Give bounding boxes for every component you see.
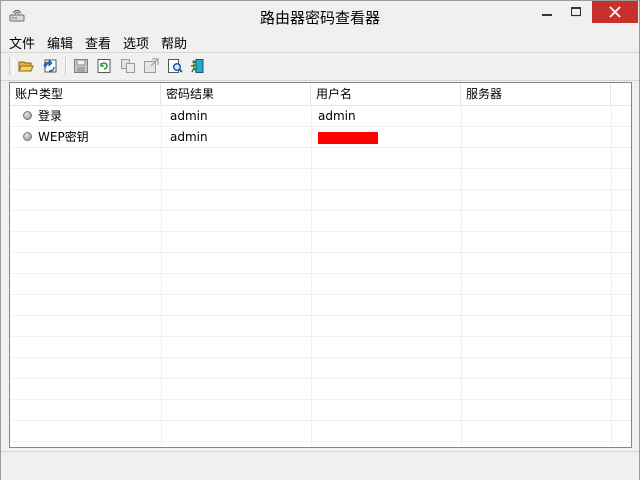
column-gridline — [311, 105, 312, 447]
menu-bar: 文件 编辑 查看 选项 帮助 — [1, 31, 639, 52]
minimize-button[interactable] — [532, 1, 562, 23]
row-gridline — [10, 168, 631, 169]
column-gridline — [461, 105, 462, 447]
password-list[interactable]: 账户类型 密码结果 用户名 服务器 登录 admin admin WEP密钥 a… — [9, 82, 632, 448]
row-gridline — [10, 252, 631, 253]
copy-icon — [121, 59, 135, 73]
row-gridline — [10, 357, 631, 358]
row-gridline — [10, 336, 631, 337]
status-bar — [1, 451, 639, 480]
row-gridline — [10, 231, 631, 232]
menu-view[interactable]: 查看 — [83, 33, 113, 52]
cell-username: admin — [318, 109, 356, 123]
row-gridline — [10, 441, 631, 442]
save-button[interactable] — [72, 57, 90, 75]
exit-button[interactable] — [188, 57, 206, 75]
maximize-button[interactable] — [561, 1, 591, 23]
open-folder-icon — [18, 61, 34, 72]
menu-help[interactable]: 帮助 — [159, 33, 189, 52]
list-header: 账户类型 密码结果 用户名 服务器 — [10, 83, 631, 106]
close-icon — [609, 6, 621, 18]
search-button[interactable] — [166, 57, 184, 75]
menu-file[interactable]: 文件 — [7, 33, 37, 52]
cell-password: admin — [170, 109, 208, 123]
cell-account-type: WEP密钥 — [38, 130, 89, 144]
search-icon — [168, 59, 183, 73]
open-folder-button[interactable] — [17, 57, 35, 75]
maximize-icon — [571, 7, 581, 17]
toolbar-separator — [65, 57, 67, 75]
row-gridline — [10, 294, 631, 295]
copy-button[interactable] — [119, 57, 137, 75]
reload-icon — [97, 59, 111, 73]
column-header-password[interactable]: 密码结果 — [161, 83, 311, 105]
menu-options[interactable]: 选项 — [121, 33, 151, 52]
toolbar — [1, 52, 639, 80]
app-window: 路由器密码查看器 文件 编辑 查看 选项 帮助 账户类型 密码结果 用户名 服务… — [0, 0, 640, 480]
properties-button[interactable] — [142, 57, 160, 75]
properties-icon — [144, 58, 159, 73]
row-gridline — [10, 315, 631, 316]
table-row[interactable]: WEP密钥 admin — [10, 127, 631, 148]
menu-edit[interactable]: 编辑 — [45, 33, 75, 52]
column-gridline — [161, 105, 162, 447]
column-gridline — [611, 105, 612, 447]
title-bar[interactable]: 路由器密码查看器 — [1, 1, 639, 31]
redacted-username-block — [318, 132, 378, 144]
refresh-list-icon — [43, 59, 57, 73]
row-gridline — [10, 210, 631, 211]
refresh-list-button[interactable] — [41, 57, 59, 75]
column-header-account-type[interactable]: 账户类型 — [10, 83, 161, 105]
cell-account-type: 登录 — [38, 109, 63, 123]
column-header-username[interactable]: 用户名 — [311, 83, 461, 105]
row-gridline — [10, 420, 631, 421]
table-row[interactable]: 登录 admin admin — [10, 106, 631, 127]
row-gridline — [10, 189, 631, 190]
row-gridline — [10, 378, 631, 379]
cell-password: admin — [170, 130, 208, 144]
exit-icon — [190, 59, 204, 73]
row-gridline — [10, 399, 631, 400]
toolbar-divider — [1, 80, 639, 81]
save-icon — [74, 59, 88, 73]
row-gridline — [10, 273, 631, 274]
minimize-icon — [542, 14, 552, 16]
status-bullet-icon — [23, 111, 32, 120]
column-header-server[interactable]: 服务器 — [461, 83, 611, 105]
reload-button[interactable] — [95, 57, 113, 75]
close-button[interactable] — [592, 1, 638, 23]
cell-username — [312, 127, 462, 148]
toolbar-grip[interactable] — [9, 57, 14, 75]
status-bullet-icon — [23, 132, 32, 141]
